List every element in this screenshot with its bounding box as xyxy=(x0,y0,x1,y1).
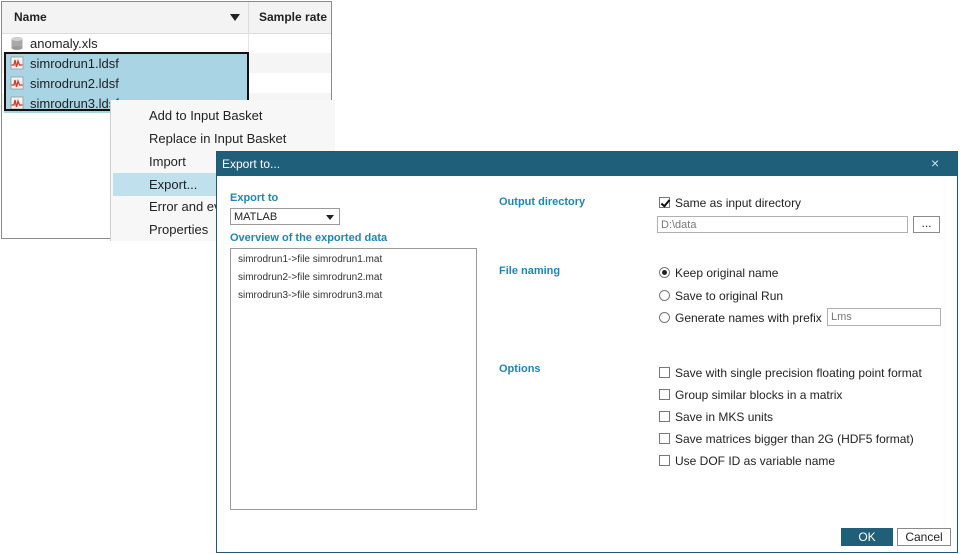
dialog-title: Export to... xyxy=(222,157,281,171)
file-name: simrodrun3.ldsf xyxy=(30,96,119,111)
group-similar-blocks-label: Group similar blocks in a matrix xyxy=(675,388,843,402)
database-icon xyxy=(11,37,23,50)
overview-list[interactable]: simrodrun1->file simrodrun1.mat simrodru… xyxy=(230,248,477,510)
hdf5-format-label: Save matrices bigger than 2G (HDF5 forma… xyxy=(675,432,914,446)
same-as-input-checkbox[interactable] xyxy=(659,197,670,208)
output-directory-label: Output directory xyxy=(499,196,586,208)
menu-item-label: Add to Input Basket xyxy=(149,108,263,123)
file-row[interactable]: simrodrun1.ldsf xyxy=(2,53,331,73)
sort-down-icon[interactable] xyxy=(230,14,240,21)
prefix-input[interactable]: Lms xyxy=(827,308,941,326)
single-precision-checkbox[interactable] xyxy=(659,367,670,378)
prefix-placeholder: Lms xyxy=(831,311,852,323)
export-format-select[interactable]: MATLAB xyxy=(230,208,340,225)
output-path-field[interactable]: D:\data xyxy=(657,216,908,233)
single-precision-label: Save with single precision floating poin… xyxy=(675,366,922,380)
keep-original-name-radio[interactable] xyxy=(659,267,670,278)
cancel-button[interactable]: Cancel xyxy=(897,528,951,546)
file-name: simrodrun1.ldsf xyxy=(30,56,119,71)
signal-file-icon xyxy=(10,96,24,110)
group-similar-blocks-checkbox[interactable] xyxy=(659,389,670,400)
generate-names-with-prefix-label: Generate names with prefix xyxy=(675,311,822,325)
dof-id-variable-label: Use DOF ID as variable name xyxy=(675,454,836,468)
file-name: simrodrun2.ldsf xyxy=(30,76,119,91)
file-cell[interactable]: simrodrun2.ldsf xyxy=(4,73,248,93)
column-header: Name Sample rate xyxy=(2,2,331,34)
close-icon[interactable]: × xyxy=(931,155,939,171)
list-item: simrodrun2->file simrodrun2.mat xyxy=(238,272,383,283)
signal-file-icon xyxy=(10,56,24,70)
file-cell[interactable]: anomaly.xls xyxy=(4,33,248,53)
overview-label: Overview of the exported data xyxy=(230,232,388,244)
dof-id-variable-checkbox[interactable] xyxy=(659,455,670,466)
file-row[interactable]: anomaly.xls xyxy=(2,33,331,53)
file-row[interactable]: simrodrun2.ldsf xyxy=(2,73,331,93)
menu-item-add-to-input-basket[interactable]: Add to Input Basket xyxy=(113,104,335,127)
file-name: anomaly.xls xyxy=(30,36,98,51)
export-dialog: Export to... × Export to MATLAB Overview… xyxy=(216,151,958,553)
ok-button[interactable]: OK xyxy=(841,528,893,546)
output-path-value: D:\data xyxy=(661,219,697,231)
column-name-header[interactable]: Name xyxy=(14,10,47,24)
menu-item-label: Import xyxy=(149,154,186,169)
menu-item-replace-in-input-basket[interactable]: Replace in Input Basket xyxy=(113,127,335,150)
same-as-input-label: Same as input directory xyxy=(675,196,802,210)
mks-units-checkbox[interactable] xyxy=(659,411,670,422)
list-item: simrodrun3->file simrodrun3.mat xyxy=(238,290,383,301)
file-naming-label: File naming xyxy=(499,265,561,277)
save-to-original-run-label: Save to original Run xyxy=(675,289,784,303)
signal-file-icon xyxy=(10,76,24,90)
keep-original-name-label: Keep original name xyxy=(675,266,779,280)
export-format-value: MATLAB xyxy=(234,211,278,223)
list-item: simrodrun1->file simrodrun1.mat xyxy=(238,254,383,265)
menu-item-label: Replace in Input Basket xyxy=(149,131,287,146)
dialog-titlebar[interactable]: Export to... × xyxy=(217,152,957,176)
menu-item-label: Properties xyxy=(149,222,209,237)
column-sample-rate-header[interactable]: Sample rate xyxy=(259,10,327,24)
save-to-original-run-radio[interactable] xyxy=(659,290,670,301)
options-label: Options xyxy=(499,363,541,375)
mks-units-label: Save in MKS units xyxy=(675,410,774,424)
column-separator[interactable] xyxy=(248,2,249,33)
chevron-down-icon xyxy=(326,215,334,220)
hdf5-format-checkbox[interactable] xyxy=(659,433,670,444)
file-cell[interactable]: simrodrun1.ldsf xyxy=(4,53,248,73)
export-to-label: Export to xyxy=(230,192,279,204)
menu-item-label: Export... xyxy=(149,177,198,192)
browse-button[interactable]: ... xyxy=(913,216,940,233)
generate-names-with-prefix-radio[interactable] xyxy=(659,312,670,323)
